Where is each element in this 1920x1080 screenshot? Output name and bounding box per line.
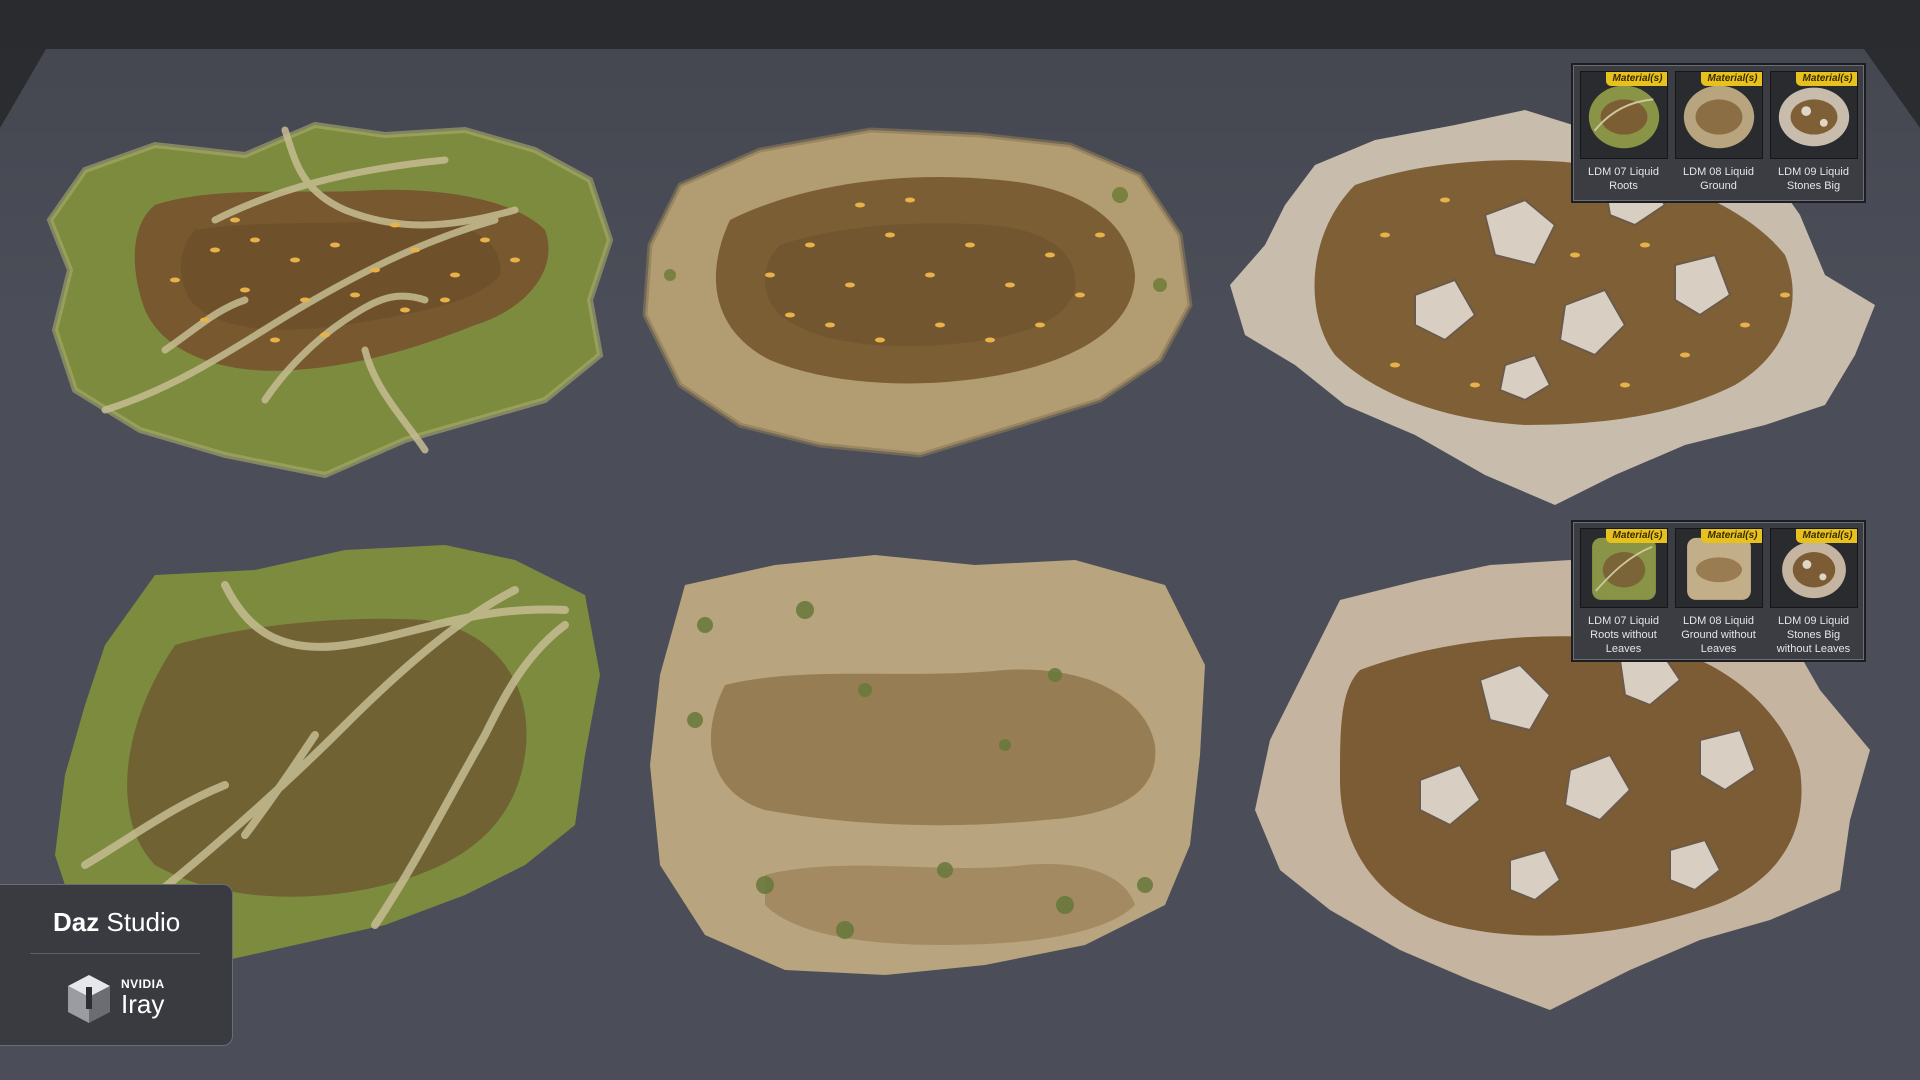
material-label: LDM 08 Liquid Ground <box>1683 166 1754 192</box>
materials-panel-without-leaves: Material(s) LDM 07 Liquid Roots without … <box>1571 520 1866 662</box>
material-label: LDM 09 Liquid Stones Big without Leaves <box>1776 615 1851 655</box>
badge-divider <box>30 953 200 954</box>
materials-panel-with-leaves: Material(s) LDM 07 Liquid Roots Material… <box>1571 63 1866 203</box>
top-bar <box>0 0 1920 50</box>
material-label: LDM 07 Liquid Roots without Leaves <box>1588 615 1659 655</box>
grass-roots-thumbnail: Material(s) <box>1579 528 1668 608</box>
material-label: LDM 07 Liquid Roots <box>1588 166 1659 192</box>
gravel-ground-thumbnail: Material(s) <box>1674 71 1763 159</box>
stones-thumbnail: Material(s) <box>1769 71 1858 159</box>
material-badge: Material(s) <box>1701 72 1762 86</box>
material-label: LDM 09 Liquid Stones Big <box>1778 166 1849 192</box>
daz-studio-logo: Daz Studio <box>53 907 181 937</box>
material-badge: Material(s) <box>1606 72 1667 86</box>
ground-puddle-without-leaves[interactable] <box>645 545 1210 985</box>
ground-puddle-with-leaves[interactable] <box>640 125 1195 460</box>
material-badge: Material(s) <box>1701 529 1762 543</box>
material-ldm07-roots[interactable]: Material(s) LDM 07 Liquid Roots <box>1579 71 1668 197</box>
material-badge: Material(s) <box>1796 72 1857 86</box>
material-label: LDM 08 Liquid Ground without Leaves <box>1681 615 1756 655</box>
roots-puddle-with-leaves[interactable] <box>45 100 615 480</box>
iray-cube-icon <box>66 973 112 1025</box>
iray-label: Iray <box>121 989 165 1019</box>
material-badge: Material(s) <box>1796 529 1857 543</box>
grass-roots-thumbnail: Material(s) <box>1579 71 1668 159</box>
material-ldm07-roots-no-leaves[interactable]: Material(s) LDM 07 Liquid Roots without … <box>1579 528 1668 656</box>
stones-thumbnail: Material(s) <box>1769 528 1858 608</box>
gravel-ground-thumbnail: Material(s) <box>1674 528 1763 608</box>
daz-iray-badge: Daz Studio NVIDIA Iray <box>0 884 233 1046</box>
material-badge: Material(s) <box>1606 529 1667 543</box>
material-ldm09-stones[interactable]: Material(s) LDM 09 Liquid Stones Big <box>1769 71 1858 197</box>
material-ldm09-stones-no-leaves[interactable]: Material(s) LDM 09 Liquid Stones Big wit… <box>1769 528 1858 656</box>
material-ldm08-ground-no-leaves[interactable]: Material(s) LDM 08 Liquid Ground without… <box>1674 528 1763 656</box>
material-ldm08-ground[interactable]: Material(s) LDM 08 Liquid Ground <box>1674 71 1763 197</box>
